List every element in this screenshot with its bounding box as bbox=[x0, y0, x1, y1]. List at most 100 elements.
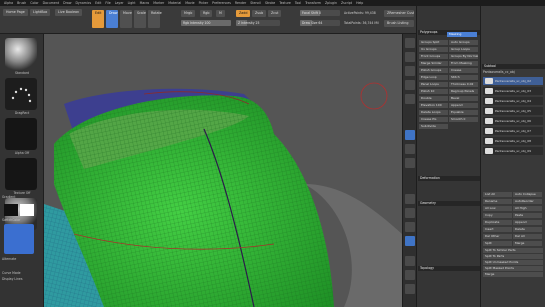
color-picker[interactable] bbox=[4, 224, 34, 254]
polygroup-option[interactable]: Auto Groups bbox=[449, 40, 478, 45]
menu-item[interactable]: Material bbox=[168, 1, 181, 5]
subtool-action-button[interactable]: Merge bbox=[513, 241, 542, 246]
local-icon[interactable] bbox=[405, 158, 415, 168]
subtool-item[interactable]: Pantsoveralls_sc_obj_03 bbox=[483, 87, 543, 95]
subtool-item[interactable]: Pantsoveralls_sc_obj_08 bbox=[483, 137, 543, 145]
subtool-item[interactable]: Pantsoveralls_sc_obj_05 bbox=[483, 107, 543, 115]
canvas-viewport[interactable] bbox=[44, 34, 402, 307]
scale-icon[interactable] bbox=[405, 222, 415, 232]
geometry-header[interactable]: Geometry bbox=[418, 201, 480, 206]
subtool-item[interactable]: Pantsoveralls_sc_obj_06 bbox=[483, 117, 543, 125]
subtool-header[interactable]: Subtool bbox=[482, 64, 545, 69]
home-page-button[interactable]: Home Page bbox=[3, 9, 28, 16]
rotate-icon[interactable] bbox=[405, 236, 415, 246]
polyf-icon[interactable] bbox=[405, 256, 415, 266]
menu-item[interactable]: Tool bbox=[295, 1, 301, 5]
polygroup-option[interactable]: Smooth 0 bbox=[449, 117, 478, 122]
polygroup-option[interactable]: Append bbox=[449, 103, 478, 108]
display-lines-button[interactable]: Display Lines bbox=[2, 277, 42, 281]
menu-item[interactable]: Color bbox=[30, 1, 38, 5]
deformation-header[interactable]: Deformation bbox=[418, 176, 480, 181]
zadd-button[interactable]: Zadd bbox=[236, 10, 251, 17]
subtool-action-button[interactable]: Split Masked Points bbox=[483, 266, 543, 271]
polygroup-option[interactable]: Crease PG bbox=[419, 117, 448, 122]
subtool-action-button[interactable]: Split bbox=[483, 241, 512, 246]
menu-item[interactable]: Picker bbox=[199, 1, 209, 5]
subtool-action-button[interactable]: Paste bbox=[513, 213, 542, 218]
transp-icon[interactable] bbox=[405, 270, 415, 280]
polygroup-option[interactable]: Delete Loops bbox=[419, 110, 448, 115]
polygroup-option[interactable]: Equalize bbox=[449, 110, 478, 115]
polygroup-option[interactable]: Double bbox=[419, 96, 448, 101]
move-button[interactable]: Move bbox=[120, 10, 132, 28]
polygroup-option[interactable]: Groups By Normals bbox=[449, 54, 478, 59]
spix-icon[interactable] bbox=[405, 52, 415, 62]
subtool-action-button[interactable]: All High bbox=[513, 206, 542, 211]
menu-item[interactable]: Light bbox=[128, 1, 136, 5]
menu-item[interactable]: Draw bbox=[63, 1, 71, 5]
subtool-action-button[interactable]: Copy bbox=[483, 213, 512, 218]
subtool-item[interactable]: Pantsoveralls_sc_obj_02 bbox=[483, 77, 543, 85]
zremesher-button[interactable]: ZRemesher Custom 2D bbox=[384, 10, 414, 17]
polygroup-option[interactable]: Polish 10 bbox=[419, 89, 448, 94]
zsub-button[interactable]: Zsub bbox=[252, 10, 267, 17]
alpha-thumbnail[interactable] bbox=[5, 118, 37, 150]
subtool-action-button[interactable]: Insert bbox=[483, 227, 512, 232]
persp-icon[interactable] bbox=[405, 130, 415, 140]
subtool-action-button[interactable]: All Low bbox=[483, 206, 512, 211]
subtool-action-button[interactable]: Duplicate bbox=[483, 220, 512, 225]
subtool-item[interactable]: Pantsoveralls_sc_obj_07 bbox=[483, 127, 543, 135]
frame-icon[interactable] bbox=[405, 194, 415, 204]
curve-mode-button[interactable]: Curve Mode bbox=[2, 271, 42, 275]
subtool-action-button[interactable]: Append bbox=[513, 220, 542, 225]
menu-item[interactable]: Transform bbox=[305, 1, 321, 5]
bpr-icon[interactable] bbox=[405, 38, 415, 48]
merge-header[interactable]: Merge bbox=[483, 272, 543, 277]
m-button[interactable]: M bbox=[216, 10, 225, 17]
scroll-icon[interactable] bbox=[405, 66, 415, 76]
polygroup-option[interactable]: From Masking bbox=[449, 61, 478, 66]
subtool-action-button[interactable]: Del Other bbox=[483, 234, 512, 239]
menu-item[interactable]: Stroke bbox=[265, 1, 275, 5]
menu-item[interactable]: Texture bbox=[279, 1, 291, 5]
polygroup-option[interactable]: Subdivide bbox=[419, 124, 448, 129]
scale-button[interactable]: Scale bbox=[134, 10, 146, 28]
menu-item[interactable]: Document bbox=[43, 1, 60, 5]
menu-item[interactable]: File bbox=[105, 1, 110, 5]
polygroup-option[interactable]: Edge Loop bbox=[419, 75, 448, 80]
polygroup-option[interactable]: Stitch bbox=[449, 75, 478, 80]
menu-item[interactable]: Preferences bbox=[212, 1, 231, 5]
subtool-action-button[interactable]: Split Unmasked Points bbox=[483, 260, 543, 265]
secondary-color-swatch[interactable] bbox=[20, 204, 34, 216]
polygroup-option[interactable]: Front Groups bbox=[419, 54, 448, 59]
lightbox-button[interactable]: LightBox bbox=[30, 9, 51, 16]
subtool-action-button[interactable]: AutoReorder bbox=[513, 199, 542, 204]
rgb-intensity-slider[interactable]: Rgb Intensity 100 bbox=[181, 20, 231, 26]
polygroup-option[interactable]: Thickness 0.02 bbox=[449, 82, 478, 87]
brush-thumbnail[interactable] bbox=[5, 38, 37, 70]
polygroup-option[interactable]: Uv Groups bbox=[419, 47, 448, 52]
subtool-item[interactable]: Pantsoveralls_sc_obj_09 bbox=[483, 147, 543, 155]
texture-thumbnail[interactable] bbox=[5, 158, 37, 190]
draw-size-slider[interactable]: Draw Size 64 bbox=[300, 20, 340, 26]
menu-item[interactable]: Edit bbox=[95, 1, 101, 5]
rgb-button[interactable]: Rgb bbox=[200, 10, 213, 17]
solo-icon[interactable] bbox=[405, 284, 415, 294]
polygroup-option[interactable]: Regroup Panels bbox=[449, 89, 478, 94]
menu-item[interactable]: Movie bbox=[185, 1, 194, 5]
polygroup-option[interactable]: Crease bbox=[449, 68, 478, 73]
rotate-button[interactable]: Rotate bbox=[148, 10, 162, 28]
menu-item[interactable]: Brush bbox=[17, 1, 26, 5]
live-boolean-button[interactable]: Live Boolean bbox=[55, 9, 83, 16]
main-color-swatch[interactable] bbox=[4, 204, 18, 216]
topology-header[interactable]: Topology bbox=[418, 266, 480, 271]
menu-item[interactable]: Marker bbox=[153, 1, 164, 5]
menu-item[interactable]: Dynamics bbox=[75, 1, 91, 5]
edit-button[interactable]: Edit bbox=[92, 10, 104, 28]
subtool-action-button[interactable]: List All bbox=[483, 192, 512, 197]
polygroup-option[interactable]: Elevation 100 bbox=[419, 103, 448, 108]
menu-item[interactable]: Stencil bbox=[250, 1, 261, 5]
focal-shift-slider[interactable]: Focal Shift 0 bbox=[300, 10, 340, 16]
menu-item[interactable]: Render bbox=[235, 1, 246, 5]
polygroup-option[interactable]: Group Loops bbox=[449, 47, 478, 52]
